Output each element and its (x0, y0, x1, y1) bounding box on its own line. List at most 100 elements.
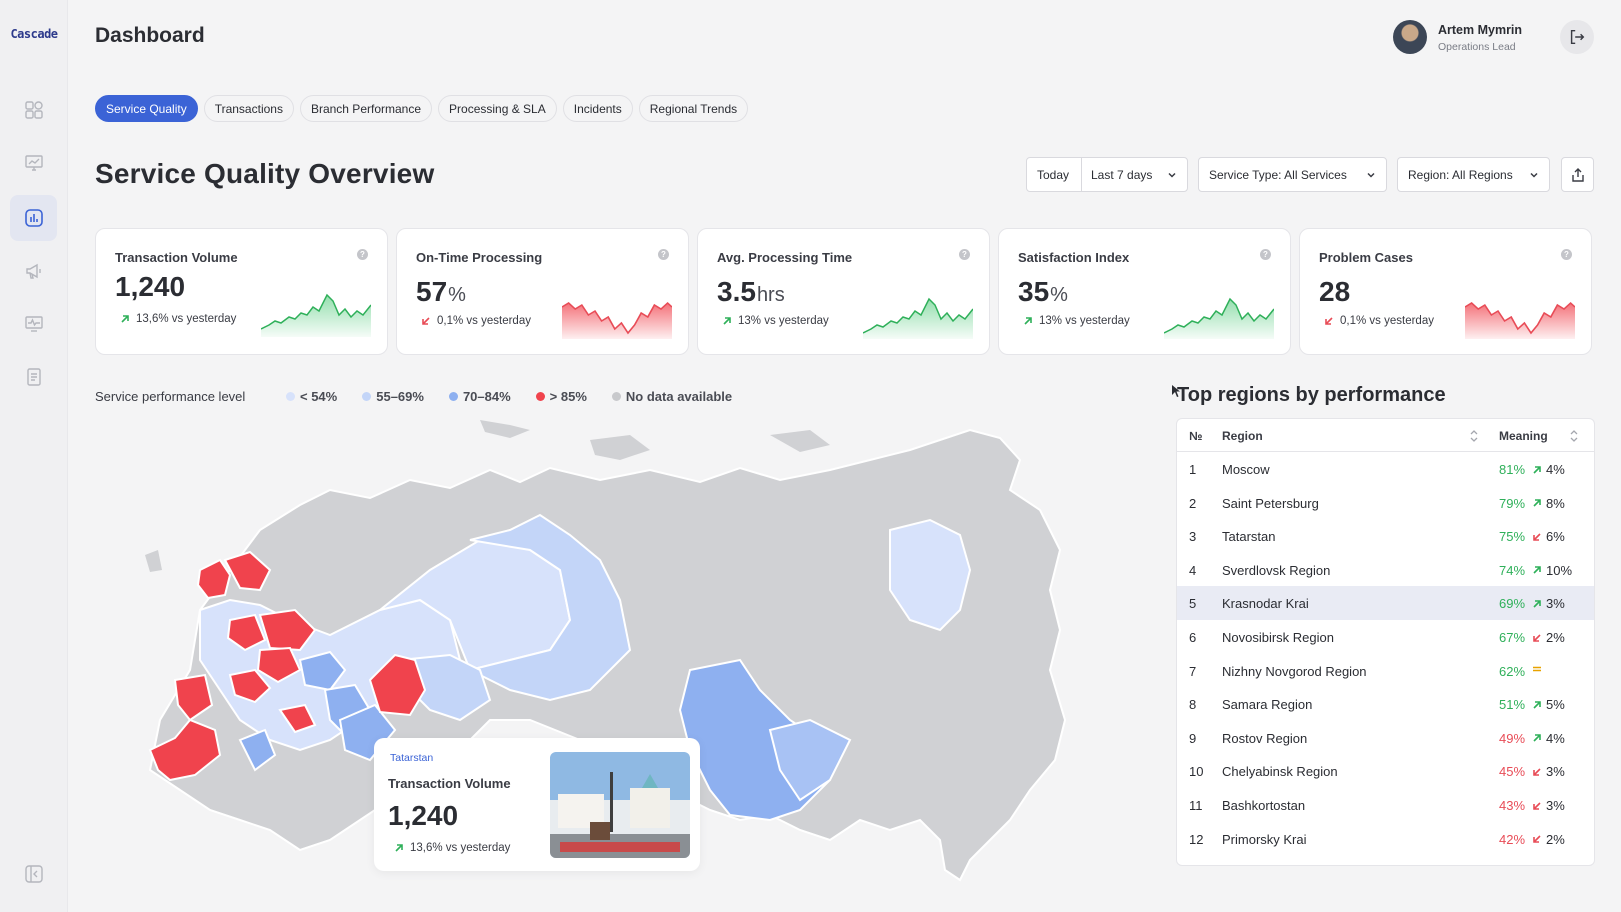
row-percent: 74% (1499, 562, 1526, 578)
nav-reports[interactable] (10, 354, 57, 400)
column-meaning[interactable]: Meaning (1499, 429, 1548, 443)
kpi-title: Satisfaction Index (1018, 250, 1130, 265)
tab-transactions[interactable]: Transactions (203, 95, 294, 122)
row-percent: 75% (1499, 529, 1526, 545)
arrow-down-icon (1325, 317, 1333, 325)
help-icon[interactable]: ? (1260, 249, 1271, 260)
map-region (196, 558, 232, 600)
share-button[interactable] (1561, 157, 1594, 192)
table-row[interactable]: 3 Tatarstan 75% 6% (1177, 519, 1594, 553)
sort-icon[interactable] (1570, 429, 1578, 443)
row-number: 7 (1189, 663, 1197, 679)
tab-branch-performance[interactable]: Branch Performance (299, 95, 433, 122)
arrow-up-icon (1533, 600, 1541, 608)
row-trend: 2% (1532, 630, 1565, 645)
chevron-down-icon (1519, 170, 1539, 180)
sparkline-down (1465, 301, 1575, 339)
region-label: Region: All Regions (1408, 167, 1513, 182)
help-icon[interactable]: ? (658, 249, 669, 260)
row-number: 12 (1189, 831, 1204, 847)
avatar[interactable] (1393, 20, 1427, 54)
tooltip-value: 1,240 (388, 800, 459, 831)
legend-label: Service performance level (95, 389, 246, 404)
map-island (590, 435, 650, 460)
row-number: 4 (1189, 562, 1197, 578)
table-row[interactable]: 5 Krasnodar Krai 69% 3% (1177, 586, 1594, 621)
region-select[interactable]: Region: All Regions (1397, 157, 1550, 192)
arrow-up-icon (1533, 700, 1541, 709)
nav-presentation[interactable] (10, 140, 57, 186)
filter-divider (1081, 158, 1082, 191)
row-trend: 10% (1532, 563, 1572, 578)
sidebar-collapse-button[interactable] (10, 851, 57, 897)
kpi-title: Avg. Processing Time (717, 250, 853, 265)
row-percent: 45% (1499, 764, 1526, 780)
nav-dashboard[interactable] (10, 87, 57, 133)
map-legend: < 54% 55–69% 70–84% > 85% No data availa… (286, 389, 732, 404)
date-filter: Today Last 7 days (1026, 157, 1188, 192)
collapse-icon (24, 865, 43, 883)
period-select[interactable]: Last 7 days (1091, 168, 1152, 182)
dashboard-icon (24, 101, 43, 119)
cursor-icon (1172, 385, 1180, 397)
arrow-down-icon (1533, 801, 1541, 810)
tab-incidents[interactable]: Incidents (562, 95, 633, 122)
row-region: Samara Region (1222, 697, 1313, 713)
table-row[interactable]: 9 Rostov Region 49% 4% (1177, 721, 1594, 755)
page-title: Dashboard (95, 24, 205, 47)
table-row[interactable]: 6 Novosibirsk Region 67% 2% (1177, 620, 1594, 654)
sort-icon[interactable] (1470, 429, 1478, 443)
tab-service-quality[interactable]: Service Quality (95, 95, 198, 122)
table-row[interactable]: 12 Primorsky Krai 42% 2% (1177, 822, 1594, 856)
arrow-down-icon (1533, 633, 1541, 642)
logout-icon (1570, 29, 1585, 45)
help-icon[interactable]: ? (357, 249, 368, 260)
row-number: 8 (1189, 697, 1197, 713)
kpi-satisfaction-index[interactable]: Satisfaction Index ? 35% 13% vs yesterda… (998, 228, 1291, 355)
table-row[interactable]: 2 Saint Petersburg 79% 8% (1177, 486, 1594, 520)
arrow-down-icon (1533, 835, 1541, 843)
row-number: 2 (1189, 495, 1197, 511)
arrow-up-icon (395, 844, 403, 852)
column-region[interactable]: Region (1222, 429, 1263, 443)
kpi-delta: 13% vs yesterday (722, 315, 829, 327)
table-row[interactable]: 4 Sverdlovsk Region 74% 10% (1177, 553, 1594, 587)
row-trend: 8% (1532, 496, 1565, 511)
nav-monitoring[interactable] (10, 301, 57, 347)
today-button[interactable]: Today (1027, 168, 1079, 182)
legend-item: 55–69% (362, 389, 424, 404)
row-region: Rostov Region (1222, 730, 1308, 746)
region-photo (550, 752, 690, 858)
table-row[interactable]: 8 Samara Region 51% 5% (1177, 687, 1594, 721)
table-row[interactable]: 7 Nizhny Novgorod Region 62% (1177, 654, 1594, 688)
service-type-select[interactable]: Service Type: All Services (1198, 157, 1387, 192)
table-row[interactable]: 10 Chelyabinsk Region 45% 3% (1177, 754, 1594, 788)
nav-campaigns[interactable] (10, 248, 57, 294)
legend-item: 70–84% (448, 389, 511, 404)
chart-icon (24, 209, 43, 227)
arrow-down-icon (422, 317, 430, 325)
table-row[interactable]: 1 Moscow 81% 4% (1177, 452, 1594, 486)
kpi-transaction-volume[interactable]: Transaction Volume ? 1,240 13,6% vs yest… (95, 228, 388, 355)
logout-button[interactable] (1560, 20, 1594, 54)
tab-processing-sla[interactable]: Processing & SLA (438, 95, 557, 122)
kpi-delta: 0,1% vs yesterday (421, 315, 531, 327)
table-row[interactable]: 11 Bashkortostan 43% 3% (1177, 788, 1594, 822)
row-region: Bashkortostan (1222, 798, 1306, 813)
kpi-on-time-processing[interactable]: On-Time Processing ? 57% 0,1% vs yesterd… (396, 228, 689, 355)
user-profile[interactable]: Artem Mymrin Operations Lead (1393, 20, 1563, 54)
tab-regional-trends[interactable]: Regional Trends (638, 95, 749, 122)
kpi-avg-processing-time[interactable]: Avg. Processing Time ? 3.5hrs 13% vs yes… (697, 228, 990, 355)
arrow-up-icon (723, 317, 731, 325)
legend-item: < 54% (286, 389, 337, 404)
row-trend: 4% (1532, 462, 1565, 477)
nav-analytics[interactable] (10, 195, 57, 241)
column-no: № (1189, 429, 1203, 443)
row-trend: 3% (1532, 764, 1565, 779)
row-percent: 42% (1499, 831, 1526, 847)
kpi-title: Problem Cases (1319, 250, 1413, 265)
help-icon[interactable]: ? (1561, 249, 1572, 260)
kpi-problem-cases[interactable]: Problem Cases ? 28 0,1% vs yesterday (1299, 228, 1592, 355)
row-trend: 6% (1532, 529, 1565, 544)
help-icon[interactable]: ? (959, 249, 970, 260)
